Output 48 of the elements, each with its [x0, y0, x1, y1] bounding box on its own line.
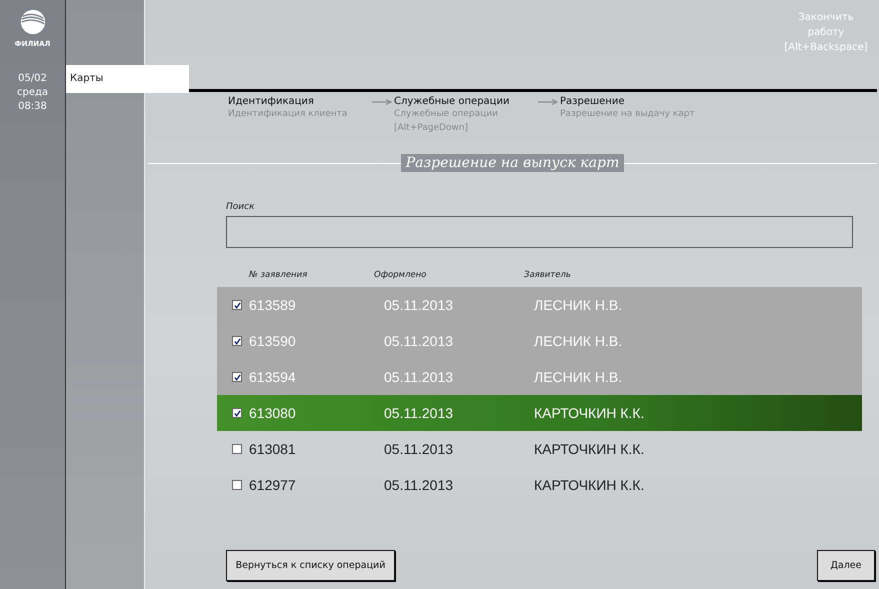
- checkbox[interactable]: [232, 372, 242, 382]
- table-cell: КАРТОЧКИН К.К.: [534, 441, 644, 457]
- table-cell: ЛЕСНИК Н.В.: [534, 333, 622, 349]
- checkbox[interactable]: [232, 408, 242, 418]
- table-cell-text: 05.11.2013: [384, 477, 454, 493]
- step-subtitle: Служебные операции [Alt+PageDown]: [394, 108, 499, 135]
- bank-logo-icon: [18, 8, 46, 36]
- table-cell-text: 613590: [249, 333, 297, 349]
- step-title: Идентификация: [228, 96, 315, 107]
- step-subtitle: Разрешение на выдачу карт: [560, 108, 696, 121]
- step-title: Служебные операции: [394, 96, 510, 107]
- table-cell-text: 613589: [249, 297, 297, 313]
- step-title: Разрешение: [560, 96, 626, 107]
- table-row[interactable]: 613081 05.11.2013 КАРТОЧКИН К.К.: [217, 431, 862, 467]
- date: 05/02: [18, 72, 47, 86]
- table-cell-text: 05.11.2013: [384, 441, 454, 457]
- table-row[interactable]: 612977 05.11.2013 КАРТОЧКИН К.К.: [217, 467, 862, 503]
- checkbox[interactable]: [232, 480, 242, 490]
- search-field[interactable]: [226, 216, 853, 248]
- table-cell-text: 05.11.2013: [384, 369, 454, 385]
- column-header: Оформлено: [374, 270, 428, 282]
- table-cell-text: 613081: [249, 441, 297, 457]
- next-button[interactable]: Далее: [817, 550, 875, 581]
- table-cell-text: 05.11.2013: [384, 297, 454, 313]
- table-cell-text: 613594: [249, 369, 297, 385]
- time: 08:38: [18, 100, 47, 114]
- table-cell: ЛЕСНИК Н.В.: [534, 369, 622, 385]
- table-row[interactable]: 613080 05.11.2013 КАРТОЧКИН К.К.: [217, 395, 862, 431]
- table-cell: КАРТОЧКИН К.К.: [534, 405, 644, 421]
- back-button[interactable]: Вернуться к списку операций: [226, 550, 395, 581]
- weekday: среда: [16, 86, 48, 100]
- search-label: Поиск: [226, 202, 256, 212]
- nav-item[interactable]: Карты: [66, 65, 189, 93]
- table-cell-text: 613080: [249, 405, 297, 421]
- table-cell-text: 05.11.2013: [384, 405, 454, 421]
- table-cell-text: 612977: [249, 477, 297, 493]
- table-cell: ЛЕСНИК Н.В.: [534, 297, 622, 313]
- step-subtitle: Идентификация клиента: [228, 108, 348, 121]
- column-header: № заявления: [248, 270, 308, 282]
- arrow-icon: [538, 99, 558, 105]
- arrow-icon: [372, 99, 392, 105]
- checkbox[interactable]: [232, 300, 242, 310]
- checkbox[interactable]: [232, 444, 242, 454]
- checkbox[interactable]: [232, 336, 242, 346]
- page-title: Разрешение на выпуск карт: [400, 154, 624, 172]
- column-header: Заявитель: [524, 270, 571, 282]
- table-cell-text: 05.11.2013: [384, 333, 454, 349]
- table-cell: КАРТОЧКИН К.К.: [534, 477, 644, 493]
